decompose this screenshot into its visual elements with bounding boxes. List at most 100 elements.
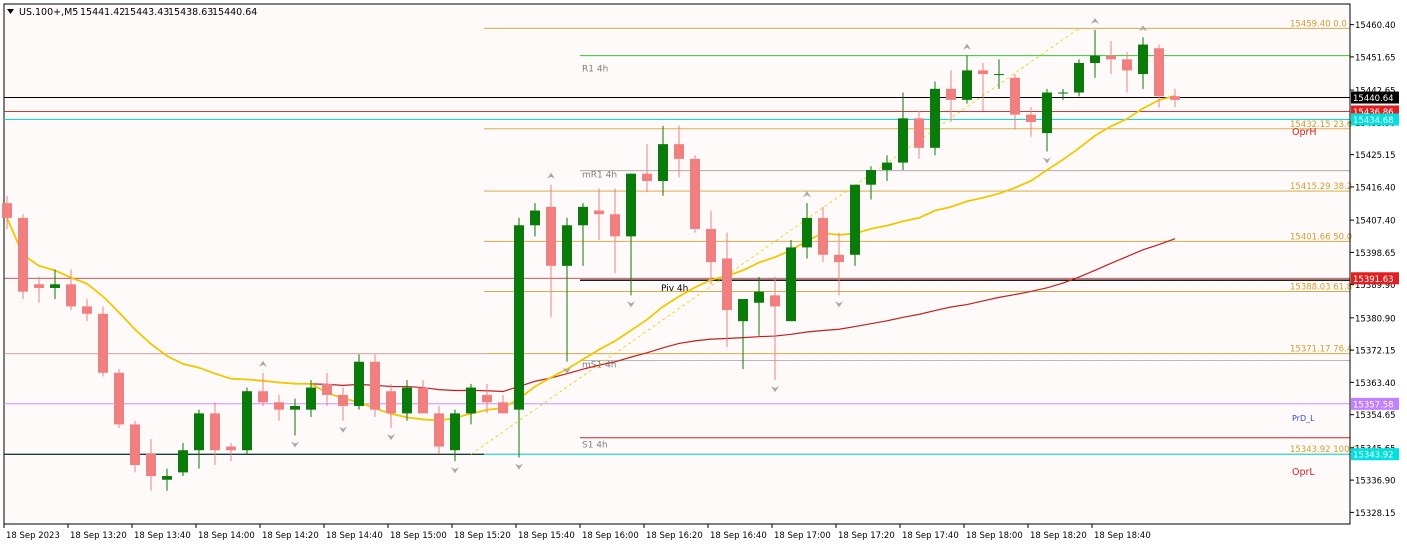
chart-window[interactable]: 15459.40 0.0 R1 4h 15432.15 23.6 mR1 4h 1541… <box>0 0 1407 546</box>
bear-candle[interactable] <box>98 313 108 373</box>
bull-candle[interactable] <box>242 391 252 451</box>
price-tick-label: 15354.65 <box>1355 411 1396 421</box>
bull-candle[interactable] <box>466 387 476 414</box>
bear-candle[interactable] <box>274 402 284 410</box>
price-tick-label: 15451.65 <box>1355 53 1396 63</box>
bull-candle[interactable] <box>626 173 636 237</box>
bull-candle[interactable] <box>514 225 524 410</box>
bear-candle[interactable] <box>18 217 28 292</box>
bear-candle[interactable] <box>226 446 236 451</box>
bull-candle[interactable] <box>50 284 60 288</box>
price-chart[interactable]: 15459.40 0.0R1 4h15432.15 23.6mR1 4h1541… <box>0 0 1407 546</box>
bear-candle[interactable] <box>130 424 140 465</box>
bear-candle[interactable] <box>34 284 44 288</box>
price-tick-label: 15336.90 <box>1355 477 1396 487</box>
time-tick-label: 18 Sep 18:40 <box>1094 531 1151 541</box>
bear-candle[interactable] <box>1154 48 1164 97</box>
prd-low-tag: 15357.58 <box>1353 400 1394 410</box>
bull-candle[interactable] <box>1138 44 1148 75</box>
bear-candle[interactable] <box>914 118 924 148</box>
bear-candle[interactable] <box>546 206 556 266</box>
bear-candle[interactable] <box>338 394 348 406</box>
time-tick-label: 18 Sep 13:20 <box>70 531 127 541</box>
bear-candle[interactable] <box>978 70 988 75</box>
bull-candle[interactable] <box>354 361 364 406</box>
bull-candle[interactable] <box>450 413 460 451</box>
time-tick-label: 18 Sep 13:40 <box>134 531 191 541</box>
r1-pivot-label: R1 4h <box>582 65 608 75</box>
bull-candle[interactable] <box>658 144 668 182</box>
bear-candle[interactable] <box>706 228 716 263</box>
bear-candle[interactable] <box>114 372 124 425</box>
price-tick-label: 15416.40 <box>1355 183 1396 193</box>
bear-candle[interactable] <box>1026 114 1036 123</box>
bear-candle[interactable] <box>258 391 268 403</box>
header-low: 15438.63 <box>168 7 213 18</box>
bear-candle[interactable] <box>594 210 604 215</box>
time-tick-label: 18 Sep 14:40 <box>326 531 383 541</box>
bear-candle[interactable] <box>434 413 444 447</box>
bear-candle[interactable] <box>1010 77 1020 115</box>
bull-candle[interactable] <box>786 247 796 322</box>
bear-candle[interactable] <box>1122 59 1132 71</box>
bull-candle[interactable] <box>738 299 748 322</box>
bear-candle[interactable] <box>82 306 92 314</box>
bear-candle[interactable] <box>722 258 732 311</box>
bull-candle[interactable] <box>866 169 876 185</box>
bull-candle[interactable] <box>1090 55 1100 64</box>
bear-candle[interactable] <box>498 402 508 414</box>
bear-candle[interactable] <box>482 394 492 403</box>
bull-candle[interactable] <box>962 70 972 100</box>
plot-area[interactable] <box>3 3 1351 525</box>
bull-candle[interactable] <box>994 74 1004 76</box>
cyan-level-tag: 15343.92 <box>1353 451 1394 461</box>
price-tick-label: 15460.40 <box>1355 21 1396 31</box>
bear-candle[interactable] <box>946 88 956 100</box>
price-tick-label: 15425.15 <box>1355 151 1396 161</box>
bear-candle[interactable] <box>1170 96 1180 100</box>
bear-candle[interactable] <box>818 217 828 255</box>
bear-candle[interactable] <box>674 144 684 159</box>
bear-candle[interactable] <box>1106 55 1116 60</box>
bear-candle[interactable] <box>146 453 156 477</box>
bull-candle[interactable] <box>562 225 572 266</box>
bull-candle[interactable] <box>754 291 764 303</box>
bull-candle[interactable] <box>898 118 908 163</box>
bear-candle[interactable] <box>370 361 380 410</box>
bull-candle[interactable] <box>194 413 204 451</box>
bull-candle[interactable] <box>402 387 412 414</box>
time-tick-label: 18 Sep 16:20 <box>646 531 703 541</box>
bull-candle[interactable] <box>162 476 172 480</box>
bear-candle[interactable] <box>2 203 12 218</box>
chart-header: US.100+,M5 15441.42 15443.43 15438.63 15… <box>7 7 257 18</box>
time-tick-label: 18 Sep 14:00 <box>198 531 255 541</box>
bull-candle[interactable] <box>930 88 940 148</box>
bull-candle[interactable] <box>850 184 860 255</box>
bear-candle[interactable] <box>642 173 652 182</box>
bull-candle[interactable] <box>1074 63 1084 93</box>
price-tick-label: 15328.15 <box>1355 509 1396 519</box>
bull-candle[interactable] <box>306 387 316 410</box>
bull-candle[interactable] <box>290 405 300 410</box>
opr-low-label: OprL <box>1292 467 1315 478</box>
bull-candle[interactable] <box>530 210 540 226</box>
bull-candle[interactable] <box>578 206 588 226</box>
time-tick-label: 18 Sep 15:40 <box>518 531 575 541</box>
header-open: 15441.42 <box>80 7 125 18</box>
opr-high-label: OprH <box>1292 127 1317 138</box>
bear-candle[interactable] <box>770 295 780 307</box>
bull-candle[interactable] <box>802 217 812 248</box>
bear-candle[interactable] <box>386 391 396 414</box>
bull-candle[interactable] <box>1042 92 1052 134</box>
bear-candle[interactable] <box>834 254 844 263</box>
fib-level-label: 15401.66 50.0 <box>1290 232 1352 242</box>
bull-candle[interactable] <box>1058 92 1068 94</box>
bull-candle[interactable] <box>882 162 892 170</box>
bear-candle[interactable] <box>322 383 332 395</box>
bear-candle[interactable] <box>418 387 428 414</box>
bear-candle[interactable] <box>690 158 700 229</box>
bull-candle[interactable] <box>178 450 188 473</box>
bear-candle[interactable] <box>66 284 76 307</box>
bear-candle[interactable] <box>210 413 220 451</box>
bear-candle[interactable] <box>610 214 620 237</box>
